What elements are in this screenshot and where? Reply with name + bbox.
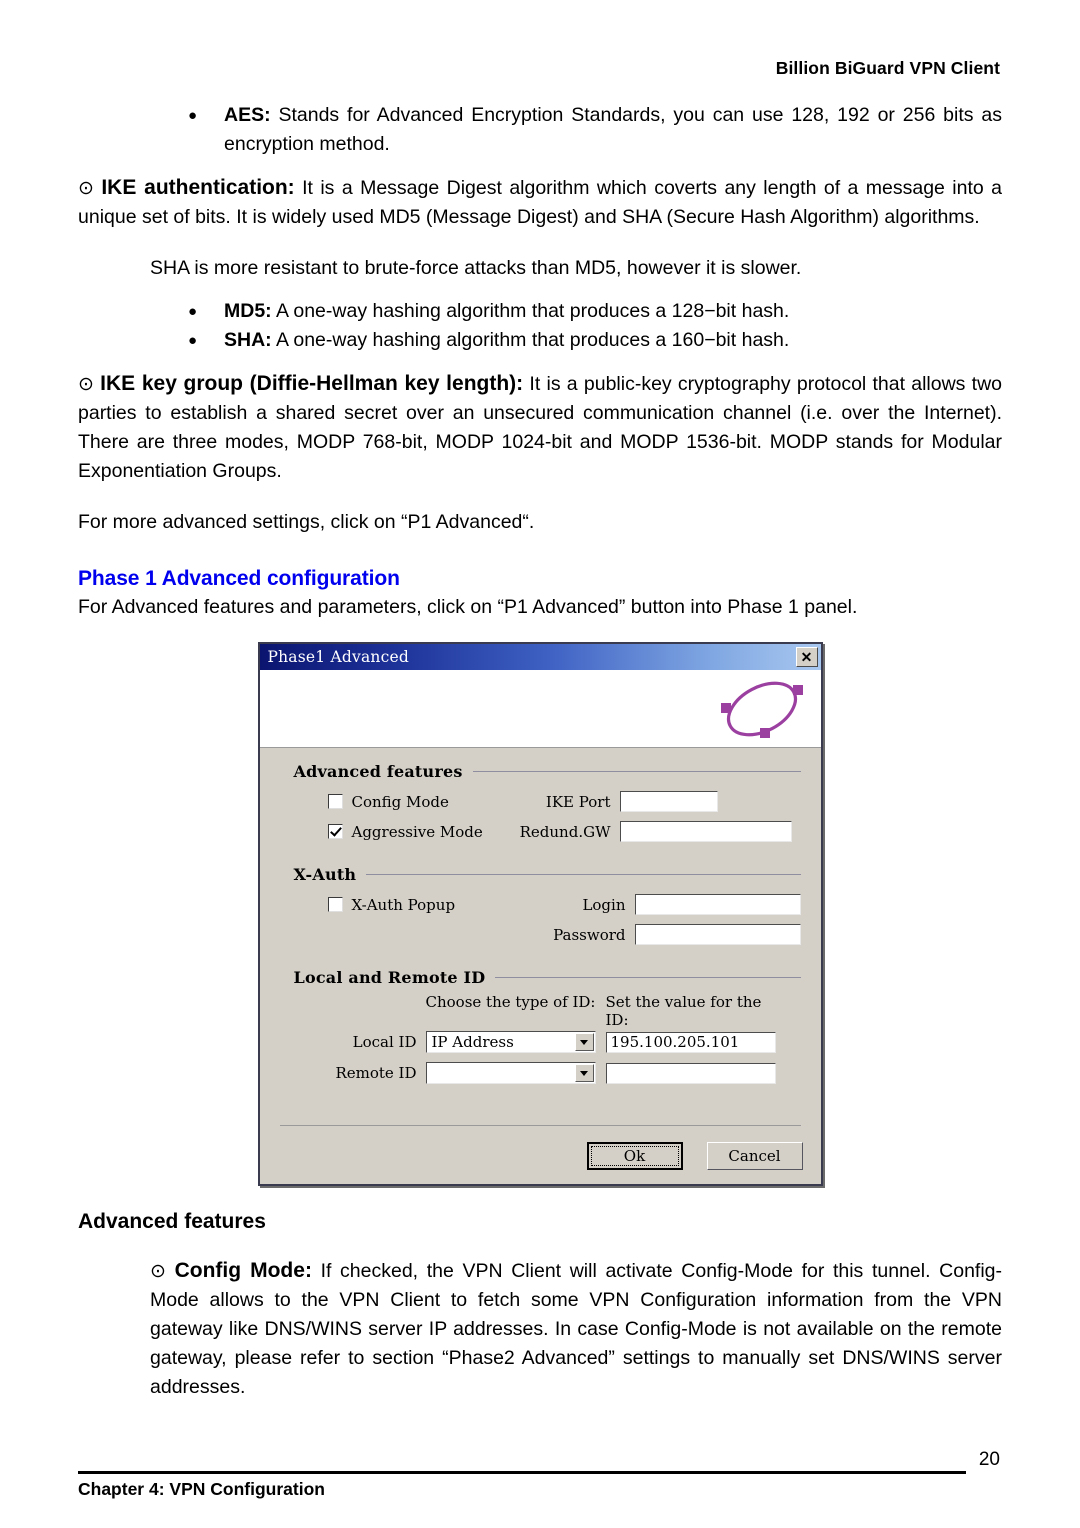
chevron-down-icon[interactable] <box>574 1064 594 1082</box>
checkbox-box-icon[interactable] <box>327 794 343 809</box>
bullet-icon: ● <box>188 332 198 349</box>
row-column-headers: Choose the type of ID: Set the value for… <box>280 993 801 1029</box>
checkbox-x-auth-popup[interactable]: X-Auth Popup <box>280 896 505 914</box>
paragraph-config-mode: ⊙ Config Mode: If checked, the VPN Clien… <box>78 1256 1002 1402</box>
aes-text: Stands for Advanced Encryption Standards… <box>224 104 1002 155</box>
circled-dot-icon: ⊙ <box>78 374 94 395</box>
row-aggressive-mode: Aggressive Mode Redund.GW <box>280 821 801 842</box>
label-redund-gw: Redund.GW <box>519 822 611 841</box>
list-item-md5: ● MD5: A one-way hashing algorithm that … <box>78 297 1002 326</box>
sha-text: A one-way hashing algorithm that produce… <box>271 329 790 351</box>
input-password[interactable] <box>634 924 801 945</box>
list-item-aes: ● AES: Stands for Advanced Encryption St… <box>78 101 1002 159</box>
button-bar-divider <box>279 1125 801 1126</box>
md5-text: A one-way hashing algorithm that produce… <box>271 300 790 322</box>
row-x-auth-popup: X-Auth Popup Login <box>280 894 801 915</box>
row-remote-id: Remote ID <box>280 1062 801 1084</box>
label-password: Password <box>553 925 626 944</box>
dropdown-remote-id-type[interactable] <box>425 1062 596 1084</box>
circled-dot-icon: ⊙ <box>150 1261 166 1282</box>
group-divider <box>366 874 801 875</box>
cancel-button-label: Cancel <box>728 1147 781 1165</box>
column-header-type: Choose the type of ID: <box>425 993 596 1011</box>
phase1-advanced-dialog: Phase1 Advanced ✕ Advanced features Conf… <box>257 642 823 1186</box>
dialog-banner <box>259 670 821 748</box>
checkbox-box-checked-icon[interactable] <box>327 824 343 839</box>
group-header: Advanced features <box>294 762 801 781</box>
bullet-icon: ● <box>188 107 198 124</box>
bullet-icon: ● <box>188 303 198 320</box>
group-divider <box>495 977 801 978</box>
dialog-button-bar: Ok Cancel <box>260 1130 821 1184</box>
group-local-remote-id: Local and Remote ID Choose the type of I… <box>280 968 801 1084</box>
paragraph-more-settings: For more advanced settings, click on “P1… <box>78 511 535 533</box>
input-ike-port[interactable] <box>619 791 718 812</box>
config-mode-label: Config Mode: <box>174 1259 312 1282</box>
checkbox-label-config-mode: Config Mode <box>351 792 449 811</box>
label-ike-port: IKE Port <box>545 792 611 811</box>
ok-button-label: Ok <box>590 1146 679 1166</box>
checkbox-config-mode[interactable]: Config Mode <box>280 793 505 811</box>
checkbox-label-x-auth-popup: X-Auth Popup <box>351 895 456 914</box>
column-header-value: Set the value for the ID: <box>605 993 762 1029</box>
checkbox-box-icon[interactable] <box>327 897 343 912</box>
group-title-local-remote-id: Local and Remote ID <box>293 968 486 987</box>
dropdown-local-id-type-value: IP Address <box>431 1033 514 1051</box>
sha-label: SHA: <box>224 329 272 351</box>
label-login: Login <box>582 895 626 914</box>
row-local-id: Local ID IP Address 195.100.205.101 <box>280 1031 801 1053</box>
dialog-body: Advanced features Config Mode IKE Port A… <box>260 748 821 1130</box>
input-local-id-value[interactable]: 195.100.205.101 <box>605 1031 776 1053</box>
checkbox-label-aggressive-mode: Aggressive Mode <box>351 822 483 841</box>
group-advanced-features: Advanced features Config Mode IKE Port A… <box>280 762 801 842</box>
md5-label: MD5: <box>224 300 272 322</box>
vpn-client-logo-icon <box>720 681 803 738</box>
footer-chapter: Chapter 4: VPN Configuration <box>78 1479 325 1499</box>
section-heading-phase1: Phase 1 Advanced configuration <box>78 567 400 590</box>
close-icon[interactable]: ✕ <box>795 647 818 667</box>
paragraph-ike-key-group: ⊙ IKE key group (Diffie-Hellman key leng… <box>78 369 1002 486</box>
paragraph-sha-note: SHA is more resistant to brute-force att… <box>150 257 802 279</box>
section-heading-advanced-features: Advanced features <box>78 1210 266 1233</box>
input-login[interactable] <box>634 894 801 915</box>
dialog-title: Phase1 Advanced <box>267 648 409 666</box>
cancel-button[interactable]: Cancel <box>706 1142 803 1170</box>
group-title-x-auth: X-Auth <box>293 865 357 884</box>
dialog-titlebar[interactable]: Phase1 Advanced ✕ <box>259 644 821 670</box>
label-local-id: Local ID <box>352 1033 417 1051</box>
checkbox-aggressive-mode[interactable]: Aggressive Mode <box>280 823 505 841</box>
ok-button[interactable]: Ok <box>586 1142 683 1170</box>
input-redund-gw[interactable] <box>619 821 792 842</box>
group-x-auth: X-Auth X-Auth Popup Login Password <box>280 865 801 945</box>
page-number: 20 <box>978 1449 1000 1470</box>
input-remote-id-value[interactable] <box>605 1062 776 1084</box>
group-header: Local and Remote ID <box>294 968 801 987</box>
row-password: Password <box>280 924 801 945</box>
dropdown-local-id-type[interactable]: IP Address <box>425 1031 596 1053</box>
group-divider <box>472 771 801 772</box>
document-header: Billion BiGuard VPN Client <box>775 58 1000 78</box>
document-page: Billion BiGuard VPN Client ● AES: Stands… <box>0 0 1080 1528</box>
group-header: X-Auth <box>294 865 801 884</box>
paragraph-phase1-intro: For Advanced features and parameters, cl… <box>78 596 858 618</box>
aes-label: AES: <box>224 104 271 126</box>
circled-dot-icon: ⊙ <box>78 178 94 199</box>
paragraph-ike-authentication: ⊙ IKE authentication: It is a Message Di… <box>78 173 1002 232</box>
ike-key-group-label: IKE key group (Diffie-Hellman key length… <box>100 372 524 395</box>
list-item-sha: ● SHA: A one-way hashing algorithm that … <box>78 326 1002 355</box>
document-footer: 20 Chapter 4: VPN Configuration <box>78 1450 1002 1500</box>
label-remote-id: Remote ID <box>335 1064 417 1082</box>
ike-authentication-label: IKE authentication: <box>101 176 295 199</box>
dialog-screenshot-container: Phase1 Advanced ✕ Advanced features Conf… <box>78 642 1002 1186</box>
chevron-down-icon[interactable] <box>574 1033 594 1051</box>
row-config-mode: Config Mode IKE Port <box>280 791 801 812</box>
group-title-advanced-features: Advanced features <box>293 762 463 781</box>
